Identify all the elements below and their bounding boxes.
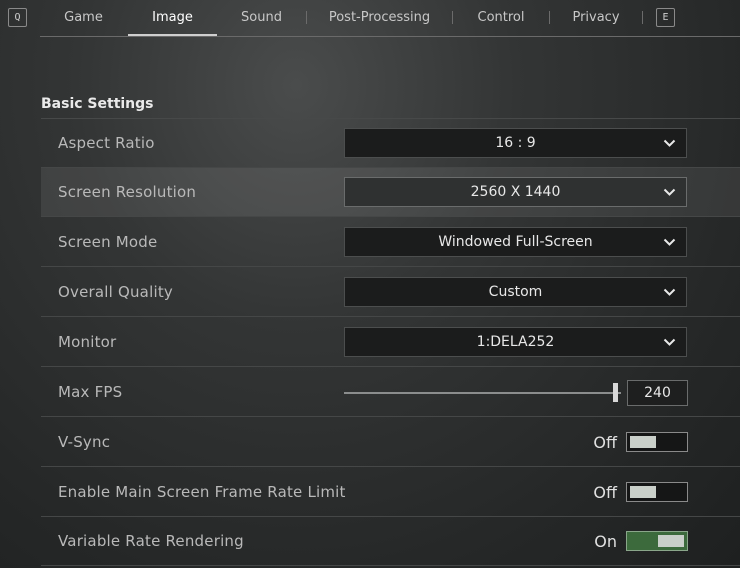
- toggle-knob: [630, 486, 656, 498]
- tab-game[interactable]: Game: [40, 0, 127, 35]
- row-divider: [41, 416, 740, 417]
- overall-quality-dropdown[interactable]: Custom: [344, 277, 687, 307]
- variable-rate-rendering-toggle[interactable]: [626, 531, 688, 551]
- top-navigation: Q Game Image Sound Post-Processing Contr…: [0, 0, 740, 38]
- setting-row-aspect-ratio: Aspect Ratio 16 : 9: [41, 119, 740, 168]
- row-divider: [41, 466, 740, 467]
- dropdown-value: Custom: [488, 284, 543, 300]
- row-divider: [41, 565, 740, 566]
- row-divider: [41, 316, 740, 317]
- setting-label: V-Sync: [58, 433, 111, 451]
- tab-privacy[interactable]: Privacy: [550, 0, 642, 35]
- setting-row-overall-quality: Overall Quality Custom: [41, 268, 740, 317]
- chevron-down-icon: [663, 188, 676, 196]
- tab-divider: [642, 11, 643, 24]
- setting-label: Monitor: [58, 333, 117, 351]
- setting-row-screen-resolution: Screen Resolution 2560 X 1440: [41, 168, 740, 217]
- max-fps-input[interactable]: 240: [627, 380, 688, 406]
- tab-image[interactable]: Image: [128, 0, 217, 37]
- e-key-hint[interactable]: E: [656, 8, 675, 27]
- dropdown-value: 2560 X 1440: [470, 184, 561, 200]
- toggle-knob: [658, 535, 684, 547]
- vsync-toggle[interactable]: [626, 432, 688, 452]
- setting-label: Enable Main Screen Frame Rate Limit: [58, 483, 346, 501]
- chevron-down-icon: [663, 139, 676, 147]
- setting-label: Screen Resolution: [58, 183, 197, 201]
- setting-label: Max FPS: [58, 383, 123, 401]
- monitor-dropdown[interactable]: 1:DELA252: [344, 327, 687, 357]
- setting-row-max-fps: Max FPS 240: [41, 368, 740, 417]
- tab-control[interactable]: Control: [453, 0, 549, 35]
- chevron-down-icon: [663, 338, 676, 346]
- setting-row-monitor: Monitor 1:DELA252: [41, 318, 740, 367]
- setting-label: Aspect Ratio: [58, 134, 155, 152]
- dropdown-value: 16 : 9: [495, 135, 536, 151]
- frame-rate-limit-toggle[interactable]: [626, 482, 688, 502]
- dropdown-value: Windowed Full-Screen: [438, 234, 593, 250]
- aspect-ratio-dropdown[interactable]: 16 : 9: [344, 128, 687, 158]
- frame-rate-limit-state-text: Off: [593, 483, 617, 502]
- chevron-down-icon: [663, 288, 676, 296]
- setting-row-vsync: V-Sync Off: [41, 418, 740, 467]
- screen-mode-dropdown[interactable]: Windowed Full-Screen: [344, 227, 687, 257]
- toggle-knob: [630, 436, 656, 448]
- vsync-state-text: Off: [593, 433, 617, 452]
- row-divider: [41, 266, 740, 267]
- row-divider: [41, 216, 740, 217]
- setting-row-variable-rate-rendering: Variable Rate Rendering On: [41, 517, 740, 566]
- setting-label: Screen Mode: [58, 233, 158, 251]
- max-fps-slider-track[interactable]: [344, 392, 621, 394]
- q-key-hint[interactable]: Q: [8, 8, 27, 27]
- max-fps-slider-handle[interactable]: [613, 383, 619, 402]
- variable-rate-rendering-state-text: On: [594, 532, 617, 551]
- chevron-down-icon: [663, 238, 676, 246]
- setting-row-frame-rate-limit: Enable Main Screen Frame Rate Limit Off: [41, 468, 740, 517]
- nav-divider: [40, 36, 740, 37]
- tab-post-processing[interactable]: Post-Processing: [307, 0, 452, 35]
- setting-label: Variable Rate Rendering: [58, 532, 244, 550]
- row-divider: [41, 366, 740, 367]
- section-title: Basic Settings: [41, 96, 154, 112]
- tab-sound[interactable]: Sound: [217, 0, 306, 35]
- dropdown-value: 1:DELA252: [476, 334, 555, 350]
- setting-row-screen-mode: Screen Mode Windowed Full-Screen: [41, 218, 740, 267]
- screen-resolution-dropdown[interactable]: 2560 X 1440: [344, 177, 687, 207]
- setting-label: Overall Quality: [58, 283, 173, 301]
